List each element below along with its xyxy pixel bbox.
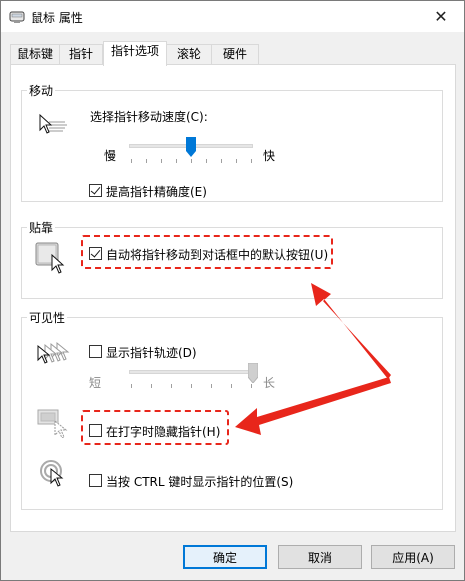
hide-callout-box [81,410,229,445]
precision-label: 提高指针精确度(E) [106,185,207,199]
tab-buttons[interactable]: 鼠标键 [10,44,60,65]
slider-tick [176,159,177,163]
tab-wheel[interactable]: 滚轮 [166,44,212,65]
window-title: 鼠标 属性 [31,11,83,25]
slider-tick [191,159,192,163]
pointer-speed-icon [39,113,67,134]
mouse-properties-window: 鼠标 属性 ✕ 鼠标键 指针 指针选项 滚轮 硬件 移动 选择指针移动速度(C)… [0,0,465,581]
slider-tick [251,159,252,163]
cancel-button[interactable]: 取消 [278,545,362,569]
snap-group-label: 贴靠 [27,219,56,236]
tab-panel: 移动 选择指针移动速度(C): 慢 快 提高指针精确度(E) 贴靠 自动将指针移… [10,64,456,532]
tab-pointer-options[interactable]: 指针选项 [103,41,167,66]
close-icon: ✕ [434,7,448,26]
slider-tick [191,384,192,388]
short-label: 短 [89,376,102,390]
slider-tick [236,159,237,163]
show-location-label: 当按 CTRL 键时显示指针的位置(S) [106,475,294,489]
hide-while-typing-icon [37,409,68,438]
show-location-checkbox[interactable] [89,474,102,487]
tab-hardware[interactable]: 硬件 [211,44,259,65]
show-location-icon [40,460,64,487]
visibility-group-label: 可见性 [27,309,68,326]
slider-tick [211,384,212,388]
annotation-arrows [235,283,391,435]
snap-to-button-icon [35,242,65,274]
precision-checkbox[interactable] [89,184,102,197]
tab-pointers[interactable]: 指针 [59,44,103,65]
red-arrow-up [311,283,391,379]
fast-label: 快 [263,149,276,163]
snap-callout-box [81,235,333,269]
slider-tick [131,159,132,163]
slider-tick [161,159,162,163]
slider-tick [146,159,147,163]
speed-slider-thumb[interactable] [186,137,196,157]
slider-tick [221,159,222,163]
close-button[interactable]: ✕ [418,1,464,32]
trails-checkbox[interactable] [89,345,102,358]
trails-label: 显示指针轨迹(D) [106,346,197,360]
ok-button[interactable]: 确定 [183,545,267,569]
slow-label: 慢 [104,149,117,163]
title-bar: 鼠标 属性 ✕ [1,1,464,32]
motion-group-label: 移动 [27,82,56,99]
speed-label: 选择指针移动速度(C): [90,110,208,124]
red-arrow-left [235,377,391,435]
apply-button[interactable]: 应用(A) [371,545,455,569]
pointer-trails-icon [37,341,70,364]
slider-tick [131,384,132,388]
mouse-icon [9,11,25,23]
slider-tick [171,384,172,388]
slider-tick [206,159,207,163]
slider-tick [151,384,152,388]
